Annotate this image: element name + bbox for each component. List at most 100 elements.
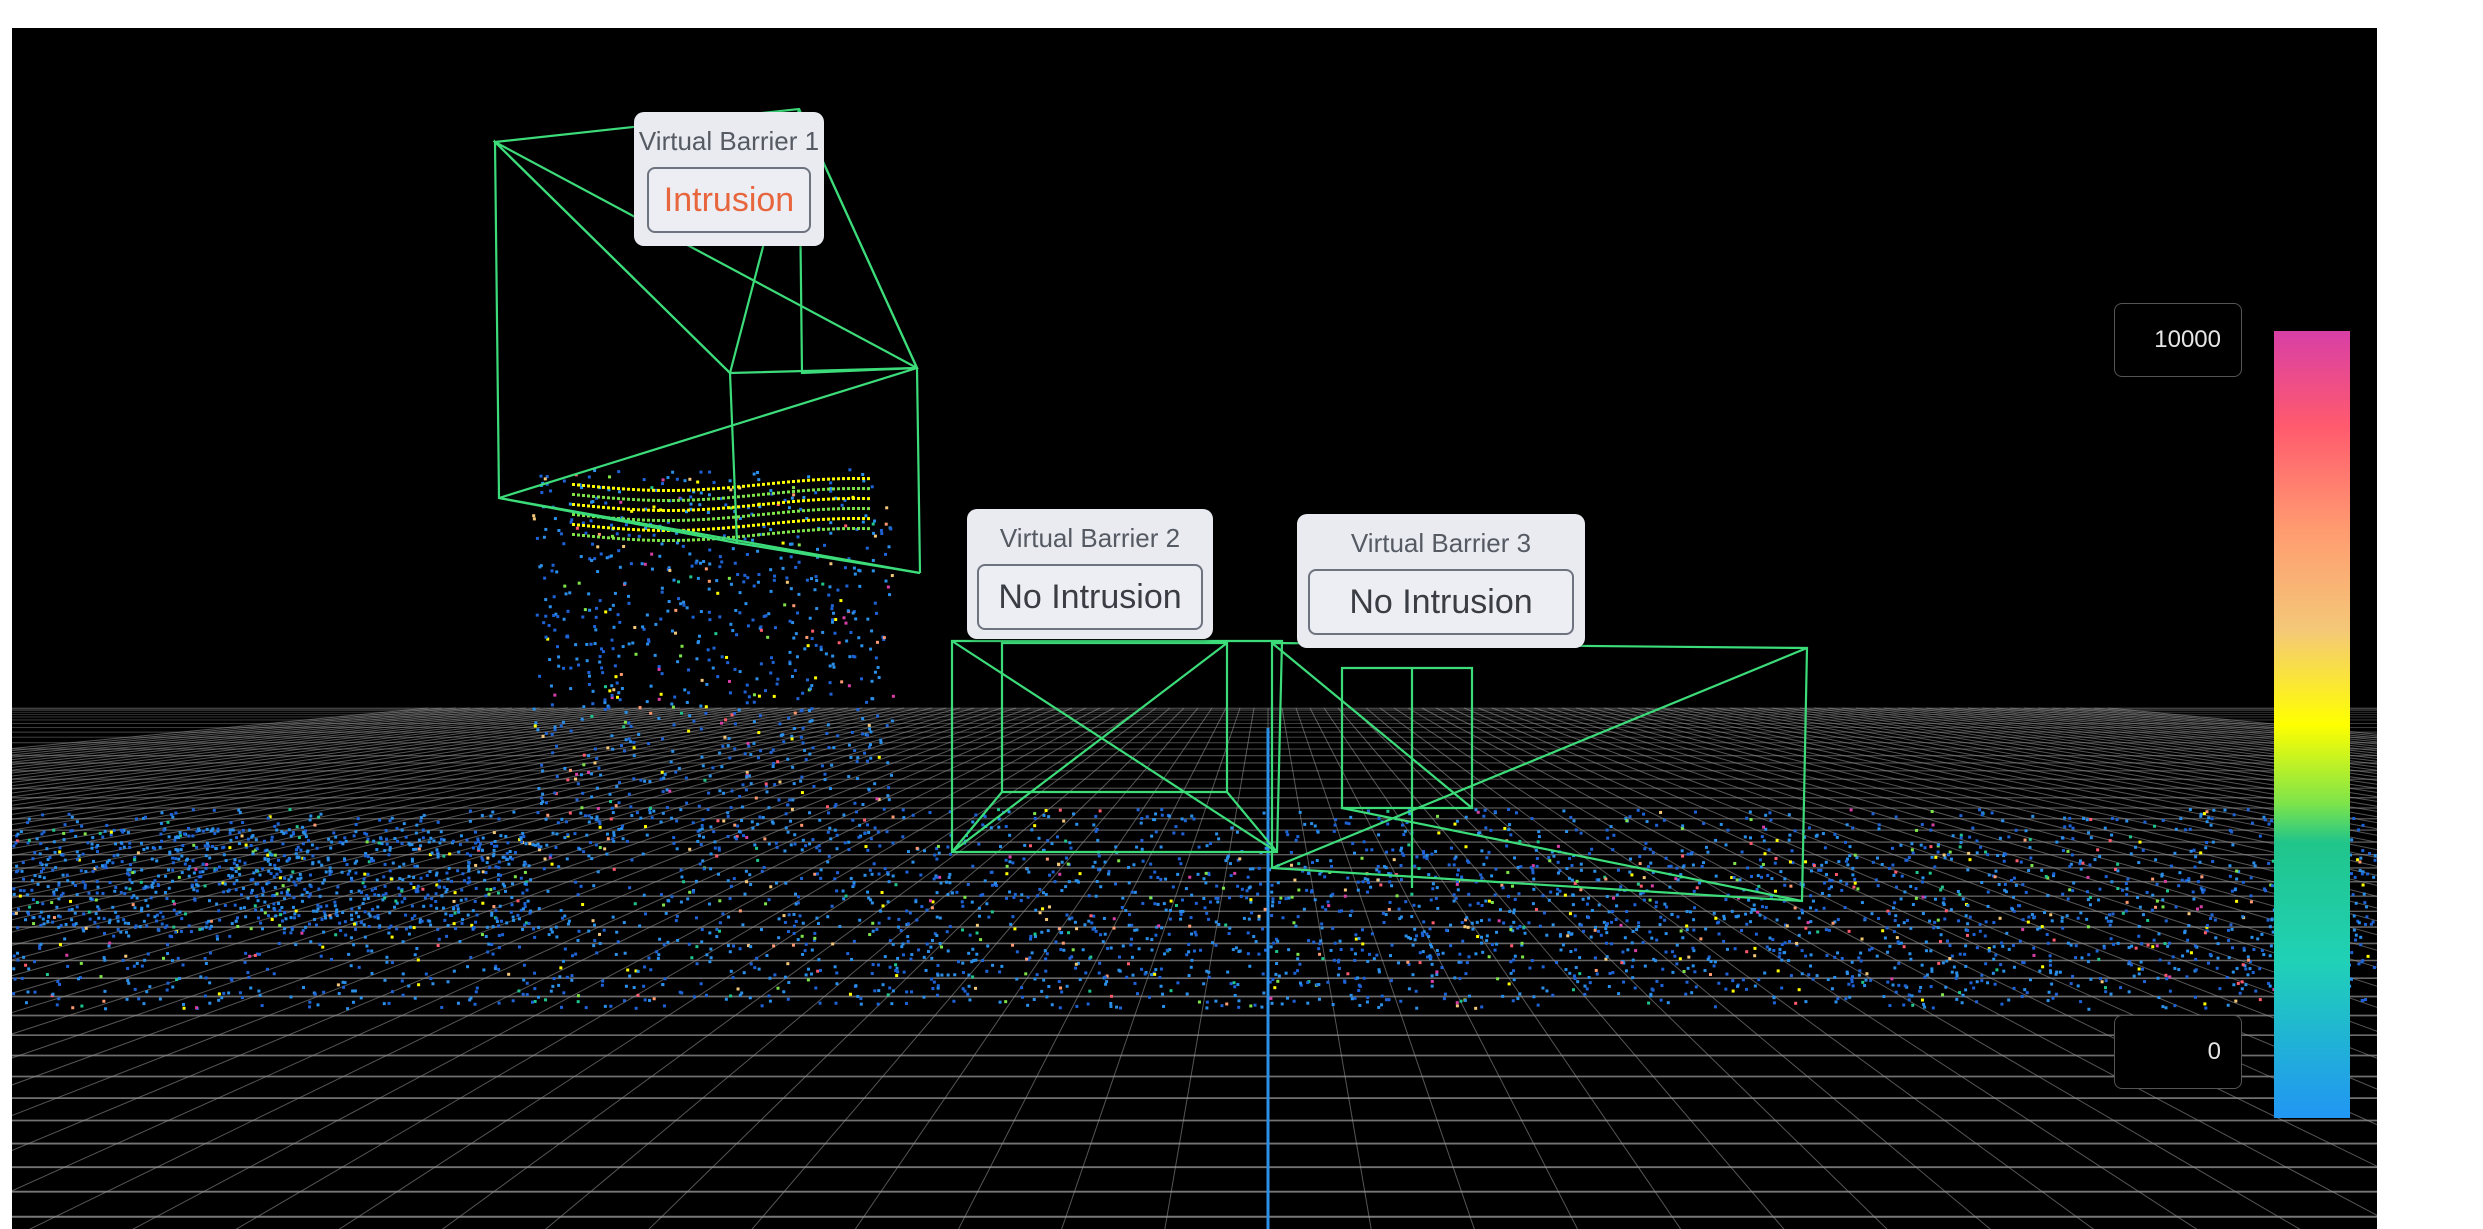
cloud-point [1089, 914, 1093, 918]
cloud-point [997, 808, 1001, 812]
cloud-point [2164, 1006, 2168, 1010]
cloud-point [492, 852, 496, 856]
cloud-point [251, 877, 255, 881]
cloud-point [1343, 979, 1347, 983]
cloud-point [2110, 816, 2114, 820]
cloud-point [1931, 823, 1935, 827]
grid-line [12, 707, 695, 806]
cloud-point [1121, 896, 1125, 900]
cloud-point [1938, 940, 1942, 944]
cloud-point [523, 870, 527, 874]
cloud-point [569, 729, 573, 733]
cloud-point [680, 644, 684, 648]
cloud-point [235, 836, 239, 840]
cloud-point [603, 701, 607, 705]
cloud-point [608, 689, 612, 693]
cloud-point [726, 834, 730, 838]
cloud-point [354, 830, 358, 834]
cloud-point [688, 714, 692, 718]
cloud-point [204, 925, 208, 929]
cloud-point [738, 795, 742, 799]
cloud-point [178, 910, 182, 914]
cloud-point [2109, 937, 2113, 941]
cloud-point [769, 528, 773, 532]
cloud-point [1961, 897, 1965, 901]
cloud-point [656, 956, 660, 960]
cloud-point [1310, 822, 1314, 826]
cloud-point [697, 804, 701, 808]
cloud-point [1043, 949, 1047, 953]
cloud-point [589, 519, 593, 523]
cloud-point [1384, 913, 1388, 917]
cloud-point [1521, 955, 1525, 959]
cloud-point [1140, 816, 1144, 820]
cloud-point [756, 549, 760, 553]
cloud-point [1745, 922, 1749, 926]
cloud-point [816, 921, 820, 925]
cloud-point [1316, 830, 1320, 834]
cloud-point [737, 708, 741, 712]
cloud-point [1194, 901, 1198, 905]
cloud-point [852, 880, 856, 884]
cloud-point [890, 773, 894, 777]
cloud-point [17, 907, 21, 911]
cloud-point [1547, 898, 1551, 902]
cloud-point [126, 966, 130, 970]
cloud-point [1966, 903, 1970, 907]
cloud-point [127, 868, 131, 872]
cloud-point [688, 847, 692, 851]
cloud-point [1541, 965, 1545, 969]
cloud-point [75, 850, 79, 854]
cloud-point [75, 857, 79, 861]
cloud-point [442, 885, 446, 889]
cloud-point [1793, 829, 1797, 833]
cloud-point [116, 915, 120, 919]
cloud-point [625, 839, 629, 843]
cloud-point [1413, 938, 1417, 942]
cloud-point [497, 1001, 501, 1005]
cloud-point [768, 999, 772, 1003]
cloud-point [2012, 986, 2016, 990]
cloud-point [876, 963, 880, 967]
cloud-point [1823, 846, 1827, 850]
cloud-point [1168, 908, 1172, 912]
cloud-point [2231, 970, 2235, 974]
cloud-point [1745, 816, 1749, 820]
cloud-point [2264, 889, 2268, 893]
point-cloud-viewport[interactable]: Virtual Barrier 1 Intrusion Virtual Barr… [12, 28, 2377, 1229]
cloud-point [103, 989, 107, 993]
cloud-point [1171, 885, 1175, 889]
cloud-point [218, 918, 222, 922]
cloud-point [863, 751, 867, 755]
cloud-point [2106, 919, 2110, 923]
cloud-point [803, 647, 807, 651]
cloud-point [685, 606, 689, 610]
cloud-point [756, 822, 760, 826]
cloud-point [1731, 979, 1735, 983]
cloud-point [77, 854, 81, 858]
cloud-point [658, 554, 662, 558]
cloud-point [349, 964, 353, 968]
cloud-point [531, 927, 535, 931]
cloud-point [67, 812, 71, 816]
cloud-point [523, 901, 527, 905]
cloud-point [1919, 985, 1923, 989]
cloud-point [80, 824, 84, 828]
cloud-point [2098, 855, 2102, 859]
cloud-point [708, 931, 712, 935]
cloud-point [484, 934, 488, 938]
cloud-point [401, 940, 405, 944]
cloud-point [2078, 862, 2082, 866]
cloud-point [344, 933, 348, 937]
cloud-point [808, 687, 812, 691]
cloud-point [576, 893, 580, 897]
cloud-point [620, 686, 624, 690]
cloud-point [191, 859, 195, 863]
cloud-point [548, 605, 552, 609]
cloud-point [2116, 869, 2120, 873]
cloud-point [404, 835, 408, 839]
cloud-point [1929, 845, 1933, 849]
cloud-point [730, 713, 734, 717]
cloud-point [1413, 927, 1417, 931]
cloud-point [936, 973, 940, 977]
